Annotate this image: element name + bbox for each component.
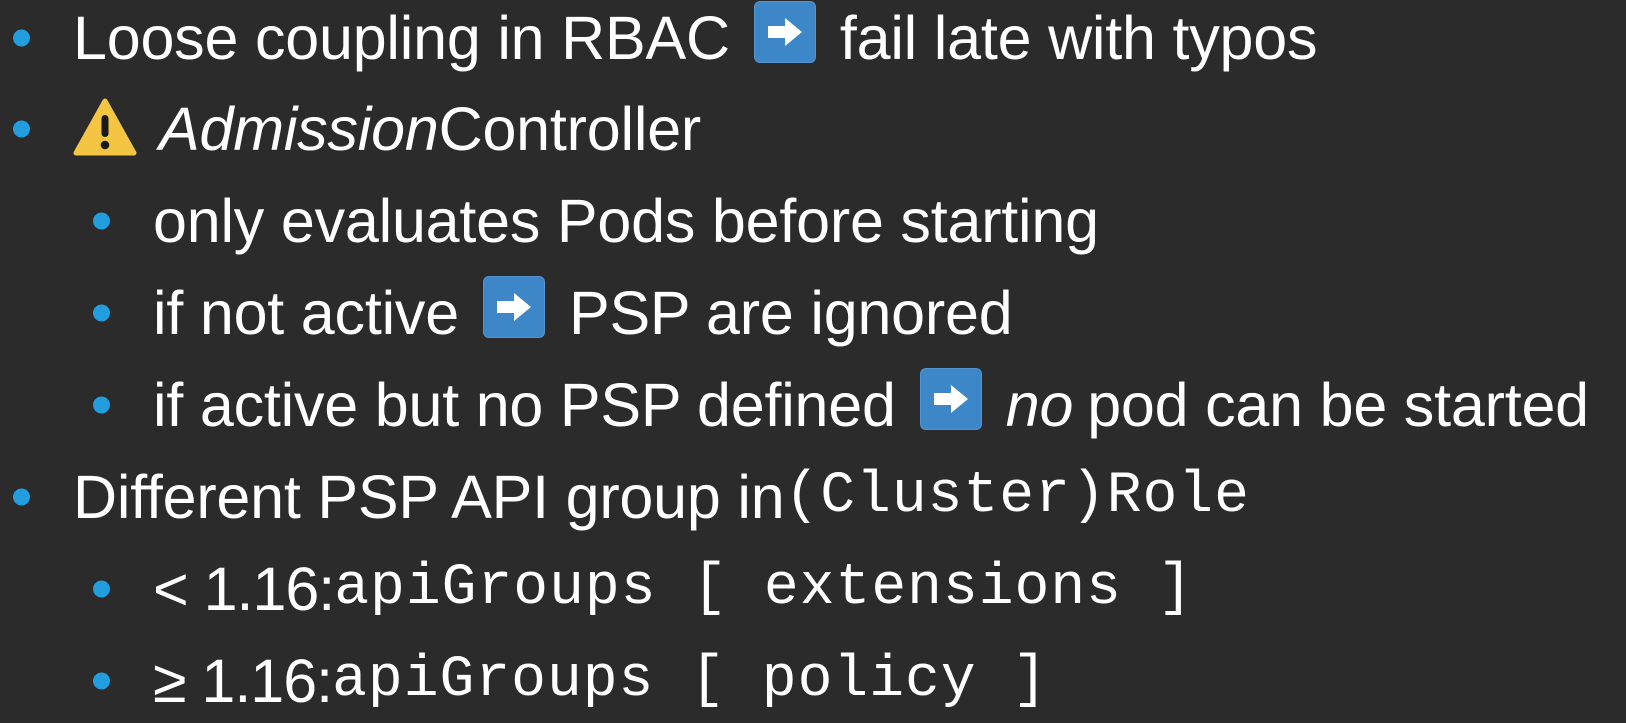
controller-text: Controller: [438, 94, 702, 163]
bullet-text: only evaluates Pods before starting: [153, 186, 1099, 255]
right-arrow-icon: [753, 1, 816, 63]
api-groups-code: apiGroups [ extensions ]: [334, 556, 1194, 621]
bullet-content: only evaluates Pods before starting: [153, 186, 1099, 255]
bullet-loose-coupling: Loose coupling in RBAC fail late with ty…: [0, 0, 1317, 81]
bullet-dot: [93, 304, 110, 322]
bullet-dot: [13, 29, 30, 47]
right-arrow-icon: [482, 276, 545, 338]
bullet-admission-controller: Admission Controller: [0, 86, 701, 172]
bullet-content: if active but no PSP defined no pod can …: [153, 368, 1589, 439]
bullet-content: Admission Controller: [73, 97, 701, 161]
bullet-dot: [13, 120, 30, 138]
bullet-dot: [93, 212, 110, 230]
bullet-dot: [93, 672, 110, 690]
admission-italic-text: Admission: [159, 94, 439, 163]
bullet-text-after: fail late with typos: [839, 3, 1318, 72]
bullet-evaluates-pods: only evaluates Pods before starting: [0, 178, 1099, 264]
bullet-text-after: pod can be started: [1087, 370, 1589, 439]
version-prefix: < 1.16:: [153, 554, 335, 623]
bullet-content: Different PSP API group in (Cluster)Role: [73, 462, 1250, 531]
bullet-text: Different PSP API group in: [73, 462, 785, 531]
api-groups-code: apiGroups [ policy ]: [332, 648, 1049, 713]
slide: Loose coupling in RBAC fail late with ty…: [0, 0, 1626, 723]
bullet-dot: [13, 488, 30, 506]
no-italic-text: no: [1005, 370, 1074, 439]
warning-icon: [73, 95, 137, 159]
right-arrow-icon: [919, 368, 982, 430]
bullet-dot: [93, 580, 110, 598]
bullet-text-before: if not active: [153, 278, 459, 347]
bullet-before-116: < 1.16: apiGroups [ extensions ]: [0, 546, 1194, 632]
bullet-content: < 1.16: apiGroups [ extensions ]: [153, 554, 1194, 623]
bullet-from-116: ≥ 1.16: apiGroups [ policy ]: [0, 638, 1048, 723]
bullet-not-active: if not active PSP are ignored: [0, 270, 1013, 356]
bullet-content: ≥ 1.16: apiGroups [ policy ]: [153, 646, 1049, 715]
bullet-text-before: if active but no PSP defined: [153, 370, 896, 439]
bullet-text-after: PSP are ignored: [568, 278, 1013, 347]
bullet-text-before: Loose coupling in RBAC: [73, 3, 730, 72]
bullet-dot: [93, 396, 110, 414]
cluster-role-code: (Cluster)Role: [784, 464, 1250, 529]
bullet-active-no-psp: if active but no PSP defined no pod can …: [0, 362, 1589, 448]
bullet-api-group: Different PSP API group in (Cluster)Role: [0, 454, 1250, 540]
bullet-content: Loose coupling in RBAC fail late with ty…: [73, 1, 1318, 72]
bullet-content: if not active PSP are ignored: [153, 276, 1013, 347]
version-prefix: ≥ 1.16:: [153, 646, 333, 715]
